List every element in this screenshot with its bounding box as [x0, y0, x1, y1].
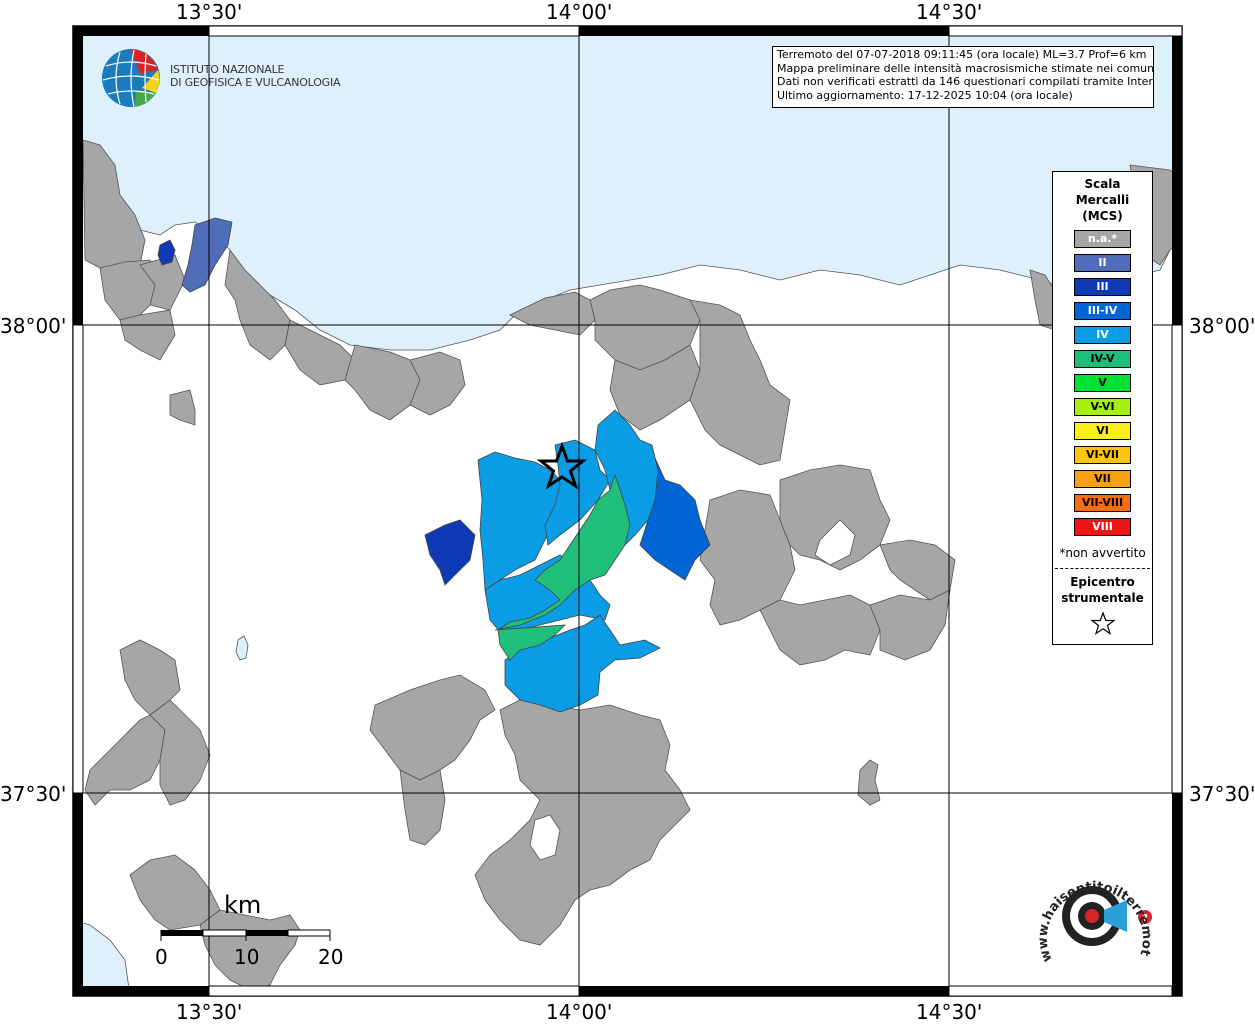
mcs-legend: Scala Mercalli (MCS) n.a.* II III III-IV IV I… [1052, 171, 1153, 645]
coord-left-3730: 37°30' [0, 782, 67, 806]
legend-epicenter-label: Epicentro strumentale [1053, 574, 1152, 606]
legend-item: II [1074, 254, 1131, 272]
legend-separator [1055, 568, 1150, 569]
legend-item: VI [1074, 422, 1131, 440]
scale-tick-20: 20 [318, 945, 344, 969]
scale-unit: km [224, 891, 262, 919]
haisentito-logo: ? www.haisentitoilterremoto.it [1032, 860, 1154, 964]
legend-item: IV [1074, 326, 1131, 344]
legend-item: V-VI [1074, 398, 1131, 416]
ingv-name-line1: ISTITUTO NAZIONALE [170, 63, 285, 76]
legend-item: V [1074, 374, 1131, 392]
event-info-box: Terremoto del 07-07-2018 09:11:45 (ora l… [772, 46, 1154, 108]
coord-bottom-1330: 13°30' [176, 1000, 243, 1024]
coord-left-3800: 38°00' [0, 314, 67, 338]
legend-note: *non avvertito [1059, 546, 1146, 560]
event-info-line2: Mappa preliminare delle intensità macros… [777, 61, 1154, 75]
coord-top-1400: 14°00' [546, 0, 613, 24]
legend-item: VII [1074, 470, 1131, 488]
coord-bottom-1430: 14°30' [916, 1000, 983, 1024]
legend-item: III [1074, 278, 1131, 296]
legend-item: VIII [1074, 518, 1131, 536]
legend-title: Scala Mercalli (MCS) [1053, 176, 1152, 224]
legend-epi-line1: Epicentro [1070, 575, 1135, 589]
legend-title-line3: (MCS) [1082, 209, 1123, 223]
event-info-line4: Ultimo aggiornamento: 17-12-2025 10:04 (… [777, 88, 1073, 102]
star-icon [1090, 611, 1116, 635]
coord-top-1330: 13°30' [176, 0, 243, 24]
ingv-name-line2: DI GEOFISICA E VULCANOLOGIA [170, 76, 341, 89]
legend-epi-line2: strumentale [1061, 591, 1144, 605]
legend-item: III-IV [1074, 302, 1131, 320]
coord-top-1430: 14°30' [916, 0, 983, 24]
legend-title-line2: Mercalli [1075, 193, 1130, 207]
coord-bottom-1400: 14°00' [546, 1000, 613, 1024]
coord-right-3800: 38°00' [1189, 314, 1255, 338]
scale-tick-10: 10 [234, 945, 260, 969]
legend-item: n.a.* [1074, 230, 1131, 248]
legend-item: VI-VII [1074, 446, 1131, 464]
event-info-line3: Dati non verificati estratti da 146 ques… [777, 75, 1154, 88]
event-info-line1: Terremoto del 07-07-2018 09:11:45 (ora l… [777, 48, 1147, 61]
legend-item: IV-V [1074, 350, 1131, 368]
ingv-name: ISTITUTO NAZIONALE DI GEOFISICA E VULCAN… [170, 63, 341, 89]
legend-item: VII-VIII [1074, 494, 1131, 512]
legend-title-line1: Scala [1084, 177, 1121, 191]
coord-right-3730: 37°30' [1189, 782, 1255, 806]
scale-tick-0: 0 [155, 945, 168, 969]
